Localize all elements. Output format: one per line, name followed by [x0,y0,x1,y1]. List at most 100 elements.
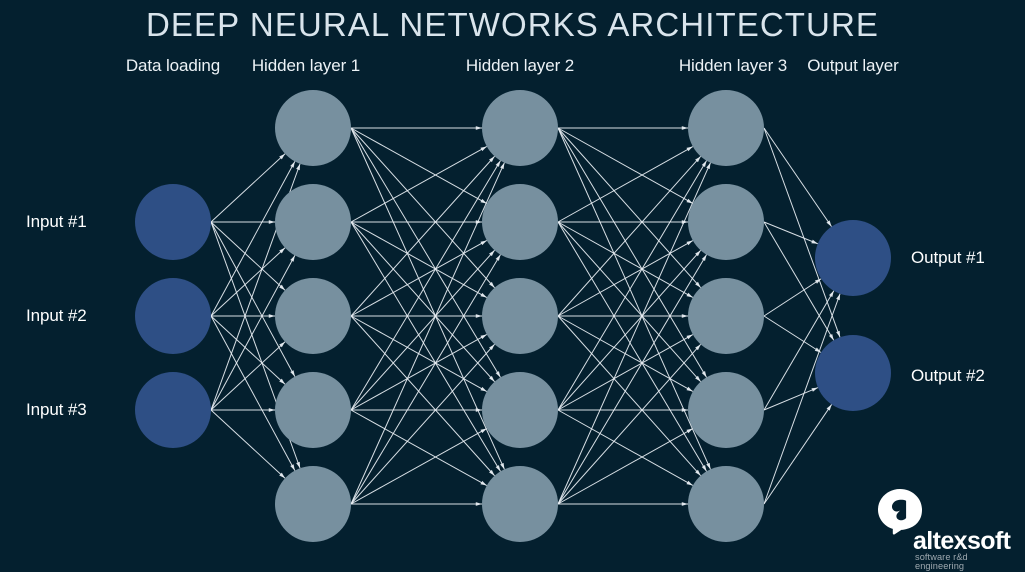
connection-edge [210,315,286,385]
edge-arrowhead [828,333,834,341]
connection-edge [557,428,694,505]
connection-edge [763,315,822,353]
edge-arrowhead [829,290,834,298]
connection-edge [210,247,286,317]
edge-arrowhead [495,160,501,167]
output-label-2: Output #2 [911,366,985,385]
connection-edge [763,278,822,317]
node-hidden-3-1 [688,90,764,166]
node-hidden-3-3 [688,278,764,354]
connection-edge [557,315,702,476]
connection-edge [350,127,501,378]
connection-edge [350,254,501,505]
edge-arrowhead [290,370,295,377]
connection-edge [350,221,488,298]
input-label-2: Input #2 [26,306,87,325]
connection-edge [557,221,694,298]
connection-edge [350,155,495,317]
layer-label-4: Output layer [807,56,899,75]
edge-arrowhead [681,126,688,130]
edge-arrowhead [701,465,707,472]
connection-edge [557,250,702,411]
node-hidden-1-4 [275,372,351,448]
edge-arrowhead [811,387,818,392]
node-input-2 [135,278,211,354]
altexsoft-logo: altexsoft software r&d engineering [872,487,1017,571]
connection-edge [350,146,488,223]
connection-edge [557,156,702,317]
edge-arrowhead [268,408,275,412]
node-hidden-3-2 [688,184,764,260]
connection-edge [350,240,488,317]
node-hidden-1-1 [275,90,351,166]
layer-label-3: Hidden layer 3 [678,56,788,75]
edge-arrowhead [500,462,505,470]
node-hidden-1-5 [275,466,351,542]
input-label-3: Input #3 [26,400,87,419]
connection-edge [557,221,707,472]
node-hidden-3-4 [688,372,764,448]
node-hidden-2-5 [482,466,558,542]
connection-edge [763,221,818,245]
neural-network-diagram: DEEP NEURAL NETWORKS ARCHITECTURE Data l… [0,0,1025,572]
edge-arrowhead [480,292,487,298]
connection-edge [350,334,488,411]
connection-edge [557,254,707,505]
connection-edge [350,127,495,289]
edge-arrowhead [475,502,482,506]
node-output-1 [815,220,891,296]
connection-edge [350,428,488,505]
connection-edge [557,160,707,411]
connection-edge [210,341,286,411]
node-input-3 [135,372,211,448]
edge-arrowhead [826,220,832,227]
logo-tagline: software r&d engineering [915,552,968,572]
edge-arrowhead [836,330,841,338]
edge-arrowhead [480,334,487,340]
connection-edge [557,344,702,505]
edge-arrowhead [706,462,711,470]
connection-edge [350,249,495,411]
edge-arrowhead [480,240,487,246]
edge-arrowhead [290,255,295,262]
edge-arrowhead [686,334,693,340]
edge-arrowhead [701,371,707,378]
edge-arrowhead [475,126,482,130]
edge-arrowhead [686,240,693,246]
layer-label-2: Hidden layer 2 [465,56,575,75]
connection-edge [763,387,819,411]
connection-edge [557,127,707,378]
edge-arrowhead [686,198,693,204]
connection-edge [763,404,833,505]
connection-edge [210,409,286,479]
connection-edge [350,160,501,411]
connection-edge [557,334,694,411]
logo-wordmark: altexsoft [913,527,1011,555]
edge-arrowhead [296,163,301,171]
node-hidden-1-3 [275,278,351,354]
edge-arrowhead [290,464,295,471]
edge-arrowhead [296,461,301,469]
connection-edge [557,240,694,317]
edge-arrowhead [495,254,501,261]
connection-edge [350,343,495,505]
edge-arrowhead [480,146,487,152]
edge-arrowhead [701,160,707,167]
edge-arrowhead [681,314,688,318]
edge-arrowhead [686,428,693,434]
connection-edge [557,146,694,223]
connection-edge [557,221,702,382]
edge-arrowhead [686,480,693,486]
edge-arrowhead [681,502,688,506]
edge-arrowhead [500,162,505,170]
layer-label-1: Hidden layer 1 [251,56,361,75]
node-hidden-2-4 [482,372,558,448]
edge-arrowhead [268,220,275,224]
edge-arrowhead [706,162,711,170]
edge-arrowhead [290,161,295,168]
node-output-2 [815,335,891,411]
node-hidden-3-5 [688,466,764,542]
layer-label-0: Data loading [125,56,221,75]
connection-edge [350,221,501,472]
node-hidden-2-2 [482,184,558,260]
